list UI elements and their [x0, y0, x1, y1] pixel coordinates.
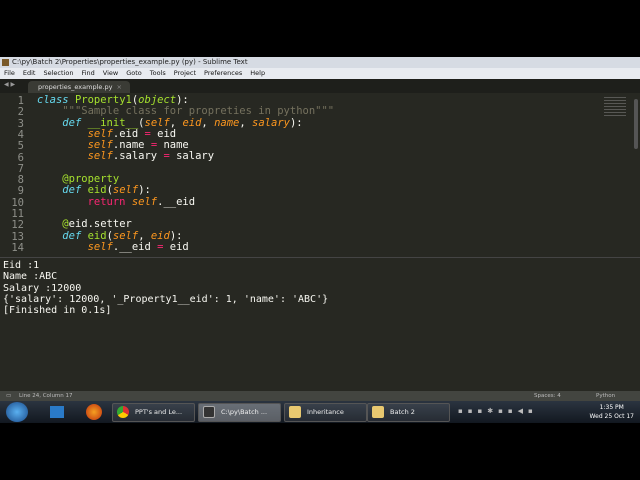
start-button[interactable] [6, 402, 28, 422]
taskbar-item-batch2[interactable]: Batch 2 [367, 402, 450, 422]
clock-date: Wed 25 Oct 17 [589, 413, 634, 420]
menu-tools[interactable]: Tools [150, 68, 166, 79]
tab-close-button[interactable]: × [117, 81, 122, 93]
window-title: C:\py\Batch 2\Properties\properties_exam… [12, 58, 248, 66]
folder-icon [372, 406, 384, 418]
sublime-icon [2, 59, 9, 66]
build-output-panel: Eid :1 Name :ABC Salary :12000 {'salary': 1… [0, 257, 640, 391]
output-line: Name :ABC [3, 271, 58, 283]
output-line: Eid :1 [3, 260, 40, 271]
minimap[interactable] [604, 97, 626, 117]
menu-preferences[interactable]: Preferences [204, 68, 242, 79]
line-number: 5 [17, 140, 24, 153]
output-line: Salary :12000 [3, 282, 82, 294]
menu-view[interactable]: View [103, 68, 118, 79]
taskbar-label: Inheritance [307, 408, 344, 416]
line-number: 2 [17, 106, 24, 119]
line-number: 9 [17, 185, 24, 198]
tab-nav-arrows-icon[interactable]: ◀ ▶ [4, 81, 15, 88]
syntax-selector[interactable]: Python [596, 391, 615, 401]
menu-selection[interactable]: Selection [43, 68, 73, 79]
status-bar: ▭ Line 24, Column 17 Spaces: 4 Python [0, 391, 640, 401]
sublime-icon [203, 406, 215, 418]
line-number: 12 [11, 219, 24, 232]
cursor-position: Line 24, Column 17 [19, 393, 73, 399]
line-number: 14 [11, 241, 24, 254]
menu-edit[interactable]: Edit [23, 68, 36, 79]
tab-bar: ◀ ▶ properties_example.py × [0, 79, 640, 93]
output-line: [Finished in 0.1s] [3, 305, 112, 317]
tab-properties-example[interactable]: properties_example.py × [28, 81, 130, 93]
clock-time: 1:35 PM [599, 404, 624, 411]
line-number: 3 [17, 117, 24, 130]
clock[interactable]: 1:35 PM Wed 25 Oct 17 [590, 403, 634, 421]
menu-find[interactable]: Find [81, 68, 94, 79]
taskbar-label: C:\py\Batch ... [221, 408, 268, 416]
photoshop-icon[interactable] [50, 406, 64, 418]
code-editor[interactable]: 1 2 3 4 5 6 7 8 9 10 11 12 13 14 class Property1(obje… [0, 94, 640, 255]
menu-help[interactable]: Help [250, 68, 265, 79]
taskbar-item-sublime[interactable]: C:\py\Batch ... [198, 402, 281, 422]
indentation-setting[interactable]: Spaces: 4 [534, 391, 561, 401]
code-text[interactable]: class Property1(object): """Sample class… [37, 94, 334, 253]
line-number: 1 [17, 95, 24, 107]
folder-icon [289, 406, 301, 418]
taskbar-label: Batch 2 [390, 408, 415, 416]
line-number: 4 [17, 128, 24, 141]
menu-file[interactable]: File [4, 68, 15, 79]
menu-project[interactable]: Project [174, 68, 196, 79]
firefox-icon[interactable] [86, 404, 102, 420]
system-tray-icons[interactable]: ▪▪▪✱▪▪◀▪ [458, 407, 538, 415]
panel-toggle-icon[interactable]: ▭ [6, 391, 11, 401]
taskbar-item-inheritance[interactable]: Inheritance [284, 402, 367, 422]
menu-goto[interactable]: Goto [126, 68, 142, 79]
tab-label: properties_example.py [38, 83, 113, 91]
chrome-icon [117, 406, 129, 418]
windows-taskbar: PPT's and Le... C:\py\Batch ... Inherita… [0, 401, 640, 423]
line-number: 8 [17, 174, 24, 187]
line-number: 13 [11, 230, 24, 243]
sublime-window: C:\py\Batch 2\Properties\properties_exam… [0, 57, 640, 401]
line-number: 7 [17, 162, 24, 175]
output-line: {'salary': 12000, '_Property1__eid': 1, … [3, 293, 329, 305]
line-number: 6 [17, 151, 24, 164]
taskbar-label: PPT's and Le... [135, 408, 183, 416]
taskbar-item-chrome[interactable]: PPT's and Le... [112, 402, 195, 422]
vertical-scrollbar[interactable] [634, 99, 638, 149]
menu-bar: File Edit Selection Find View Goto Tools… [0, 68, 640, 79]
line-number: 10 [11, 196, 24, 209]
line-number: 11 [11, 208, 24, 220]
title-bar: C:\py\Batch 2\Properties\properties_exam… [0, 57, 640, 68]
